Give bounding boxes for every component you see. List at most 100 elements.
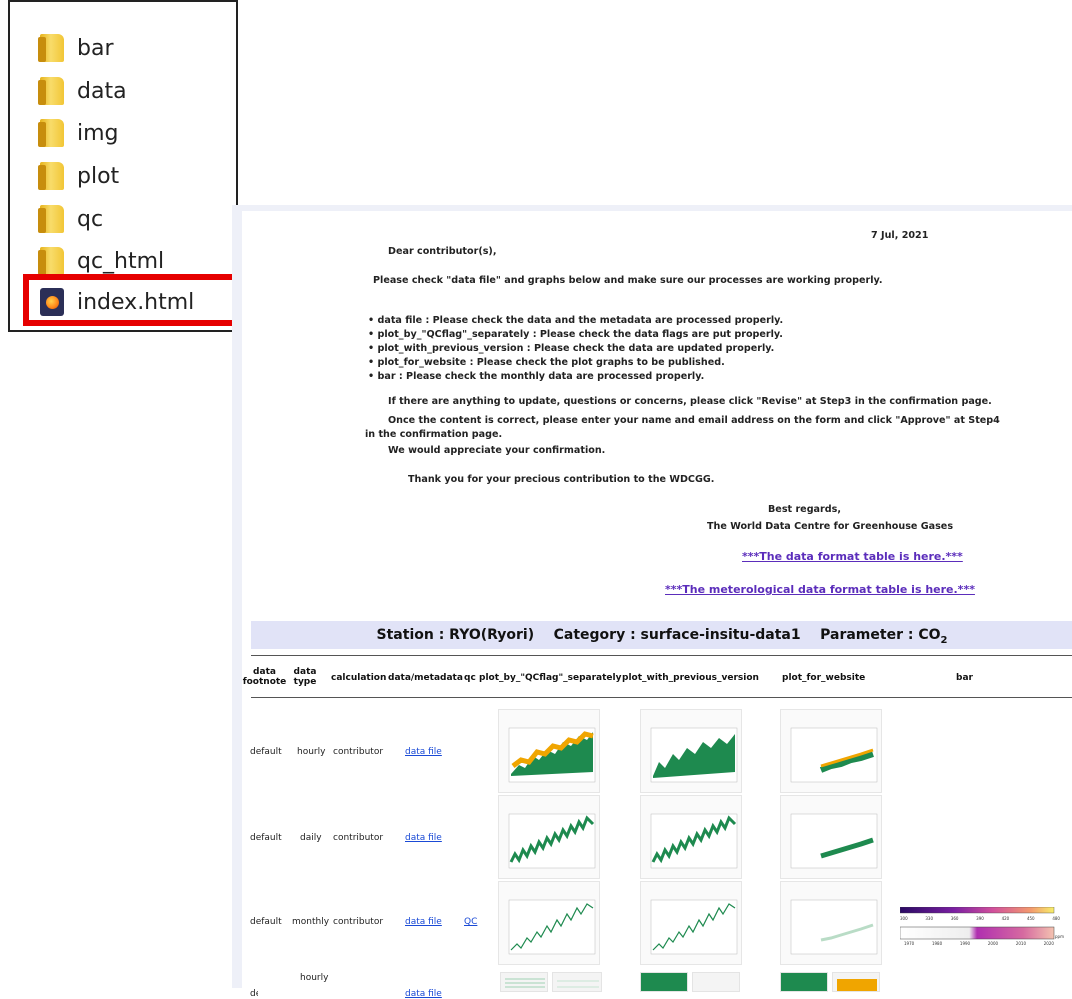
colorbar-year-tick: 2000 <box>987 941 999 946</box>
table-top-rule <box>251 655 1072 656</box>
folder-icon <box>38 247 64 275</box>
plot-thumbnail <box>790 899 878 955</box>
table-header-rule <box>251 697 1072 698</box>
plot-thumbnail <box>790 813 878 869</box>
colorbar-year-tick: 2010 <box>1015 941 1026 946</box>
colorbar-tick: 300 <box>900 916 908 921</box>
website-plot-thumbnail[interactable] <box>780 881 882 965</box>
colorbar-unit: ppm <box>1055 934 1064 939</box>
plot-thumbnail-graphic <box>505 978 545 988</box>
data-file-link[interactable]: data file <box>405 989 442 999</box>
plot-thumbnail[interactable] <box>692 972 740 992</box>
folder-data[interactable]: data <box>38 73 127 109</box>
plot-thumbnail <box>790 727 878 783</box>
plot-thumbnail[interactable] <box>500 972 548 992</box>
plot-thumbnail <box>650 813 738 869</box>
col-previous-header: plot_with_previous_version <box>622 673 759 683</box>
thanks-text: Thank you for your precious contribution… <box>408 474 715 485</box>
org-text: The World Data Centre for Greenhouse Gas… <box>707 521 954 532</box>
colorbar-tick: 330 <box>925 916 934 921</box>
cell-type: hourly <box>297 747 326 757</box>
folder-icon <box>38 119 64 147</box>
qcflag-plot-thumbnail[interactable] <box>498 881 600 965</box>
cell-calculation: contributor <box>333 833 384 843</box>
folder-name: data <box>77 78 127 104</box>
data-file-link[interactable]: data file <box>405 747 442 757</box>
plot-thumbnail-graphic <box>837 979 877 991</box>
plot-thumbnail <box>508 899 596 955</box>
station-text: Station : RYO(Ryori) Category : surface-… <box>376 627 941 643</box>
date-text: 7 Jul, 2021 <box>871 230 929 241</box>
folder-bar[interactable]: bar <box>38 30 114 66</box>
folder-name: plot <box>77 163 120 189</box>
cell-footnote: default <box>250 989 258 999</box>
approve-text-line1: Once the content is correct, please ente… <box>388 415 1000 426</box>
regards-text: Best regards, <box>768 504 841 515</box>
cell-type: monthly <box>292 917 330 927</box>
meteorological-format-link[interactable]: ***The meterological data format table i… <box>665 583 975 596</box>
website-plot-thumbnail[interactable] <box>780 795 882 879</box>
intro-text: Please check "data file" and graphs belo… <box>373 275 883 286</box>
bullet-qcflag: • plot_by_"QCflag"_separately : Please c… <box>368 329 783 340</box>
qcflag-plot-thumbnail[interactable] <box>498 709 600 793</box>
website-plot-thumbnail[interactable] <box>780 709 882 793</box>
previous-version-plot-thumbnail[interactable] <box>640 795 742 879</box>
colorbar-year-tick: 1990 <box>959 941 971 946</box>
plot-thumbnail <box>650 727 738 783</box>
col-qcflag-header: plot_by_"QCflag"_separately <box>479 673 622 683</box>
cell-footnote: default <box>250 917 282 927</box>
folder-qc[interactable]: qc <box>38 201 103 237</box>
colorbar-tick: 480 <box>1052 916 1060 921</box>
folder-icon <box>38 205 64 233</box>
highlight-box <box>23 274 238 326</box>
colorbar-tick: 450 <box>1026 916 1035 921</box>
header-line: type <box>293 677 317 687</box>
plot-thumbnail <box>508 727 596 783</box>
bullet-website: • plot_for_website : Please check the pl… <box>368 357 725 368</box>
data-file-link[interactable]: data file <box>405 833 442 843</box>
header-line: footnote <box>242 677 287 687</box>
plot-thumbnail <box>650 899 738 955</box>
data-format-link[interactable]: ***The data format table is here.*** <box>742 550 963 563</box>
cell-calculation: contributor <box>333 917 384 927</box>
folder-img[interactable]: img <box>38 115 119 151</box>
station-header: Station : RYO(Ryori) Category : surface-… <box>251 621 1072 649</box>
colorbar-year-tick: 1970 <box>904 941 915 946</box>
subscript-text: 2 <box>940 634 948 646</box>
plot-thumbnail[interactable] <box>552 972 602 992</box>
colorbar-tick: 390 <box>976 916 984 921</box>
cell-footnote: default <box>250 747 282 757</box>
folder-icon <box>38 162 64 190</box>
colorbar-year-tick: 2020 <box>1043 941 1054 946</box>
col-datameta-header: data/metadata <box>388 673 463 683</box>
folder-plot[interactable]: plot <box>38 158 120 194</box>
col-calculation-header: calculation <box>331 673 387 683</box>
col-website-header: plot_for_website <box>782 673 866 683</box>
colorbar-tick: 420 <box>1001 916 1010 921</box>
colorbar-graphic <box>899 906 1055 940</box>
bullet-data-file: • data file : Please check the data and … <box>368 315 784 326</box>
col-qc-header: qc <box>464 673 476 683</box>
plot-thumbnail-graphic <box>557 980 599 988</box>
bullet-previous: • plot_with_previous_version : Please ch… <box>368 343 775 354</box>
bar-colorbar[interactable]: 300 330 360 390 420 450 480 1970 1980 19… <box>899 906 1064 957</box>
colorbar-tick: 360 <box>950 916 959 921</box>
cell-type: hourly <box>300 973 329 983</box>
folder-name: bar <box>77 35 114 61</box>
bullet-bar: • bar : Please check the monthly data ar… <box>368 371 705 382</box>
qcflag-plot-thumbnail[interactable] <box>498 795 600 879</box>
plot-thumbnail[interactable] <box>780 972 828 992</box>
data-file-link[interactable]: data file <box>405 917 442 927</box>
previous-version-plot-thumbnail[interactable] <box>640 881 742 965</box>
cell-footnote: default <box>250 833 282 843</box>
folder-icon <box>38 77 64 105</box>
folder-name: img <box>77 120 119 146</box>
previous-version-plot-thumbnail[interactable] <box>640 709 742 793</box>
greeting-text: Dear contributor(s), <box>388 246 497 257</box>
folder-name: qc_html <box>77 248 165 274</box>
plot-thumbnail[interactable] <box>640 972 688 992</box>
col-type-header: data type <box>288 667 322 687</box>
folder-icon <box>38 34 64 62</box>
plot-thumbnail[interactable] <box>832 972 880 992</box>
qc-link[interactable]: QC <box>464 917 477 927</box>
